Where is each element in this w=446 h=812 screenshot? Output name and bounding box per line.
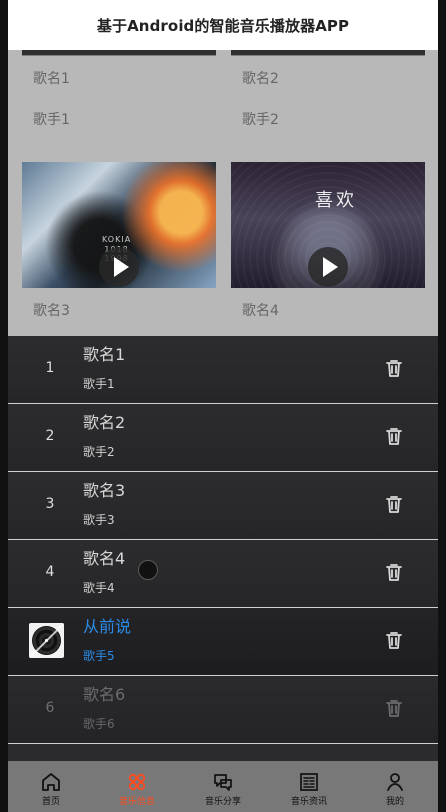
nav-music-info[interactable]: 音乐信息 xyxy=(94,770,180,807)
nav-home[interactable]: 首页 xyxy=(8,770,94,807)
nav-music-share[interactable]: 音乐分享 xyxy=(180,770,266,807)
trash-icon[interactable] xyxy=(385,359,403,379)
track-index: 3 xyxy=(45,496,55,512)
bottom-navigation: 首页 音乐信息 音乐分享 音乐资讯 我的 xyxy=(8,761,438,812)
record-slice xyxy=(29,623,64,658)
top-card-strip-2 xyxy=(231,50,425,56)
music-info-icon xyxy=(128,773,146,791)
track-title: 从前说 xyxy=(83,617,132,636)
trash-icon[interactable] xyxy=(385,631,403,651)
page-title: 基于Android的智能音乐播放器APP xyxy=(8,0,438,50)
cover-line-1: KOKIA xyxy=(102,235,132,244)
playlist-row-2[interactable]: 2 歌名2 歌手2 xyxy=(8,404,438,472)
grid-song-2: 歌名2 xyxy=(242,71,279,87)
track-artist: 歌手3 xyxy=(83,513,115,527)
track-artist: 歌手4 xyxy=(83,581,115,595)
track-index: 4 xyxy=(45,564,55,580)
track-artist: 歌手2 xyxy=(83,445,115,459)
play-button[interactable] xyxy=(308,247,348,287)
trash-icon[interactable] xyxy=(385,495,403,515)
track-index: 6 xyxy=(45,700,55,716)
album-cover-text: 喜欢 xyxy=(315,190,357,211)
play-icon xyxy=(113,257,129,277)
nav-label-music-info: 音乐信息 xyxy=(118,797,155,807)
news-icon xyxy=(300,773,318,791)
track-artist: 歌手1 xyxy=(83,377,115,391)
app-screen: 基于Android的智能音乐播放器APP 歌名1 歌手1 歌名2 歌手2 KOK… xyxy=(8,0,438,812)
chat-bubbles-icon xyxy=(214,774,232,791)
home-icon xyxy=(42,773,60,791)
album-thumb xyxy=(29,623,64,658)
track-title: 歌名2 xyxy=(83,413,126,432)
trash-icon[interactable] xyxy=(385,699,403,719)
playlist-row-4[interactable]: 4 歌名4 歌手4 xyxy=(8,540,438,608)
trash-icon[interactable] xyxy=(385,427,403,447)
nav-label-music-share: 音乐分享 xyxy=(204,797,241,807)
track-index: 1 xyxy=(45,360,55,376)
playlist-panel: 1 歌名1 歌手1 2 歌名2 歌手2 3 歌名3 歌手3 4 歌名4 歌手4 … xyxy=(8,336,438,761)
trash-icon[interactable] xyxy=(385,563,403,583)
track-artist: 歌手5 xyxy=(83,649,115,663)
nav-profile[interactable]: 我的 xyxy=(352,770,438,807)
right-frame-bar xyxy=(438,0,446,812)
playlist-row-5[interactable]: 从前说 歌手5 xyxy=(8,608,438,676)
grid-singer-2: 歌手2 xyxy=(242,112,279,128)
album-card-3[interactable]: KOKIA 1018 1998 xyxy=(22,162,216,288)
track-title: 歌名6 xyxy=(83,685,126,704)
grid-song-1: 歌名1 xyxy=(33,71,70,87)
track-artist: 歌手6 xyxy=(83,717,115,731)
track-index: 2 xyxy=(45,428,55,444)
grid-singer-1: 歌手1 xyxy=(33,112,70,128)
album-card-4[interactable]: 喜欢 xyxy=(231,162,425,288)
play-button[interactable] xyxy=(99,247,139,287)
nav-music-news[interactable]: 音乐资讯 xyxy=(266,770,352,807)
grid-song-4: 歌名4 xyxy=(242,303,279,319)
grid-song-3: 歌名3 xyxy=(33,303,70,319)
top-card-strip-1 xyxy=(22,50,216,56)
nav-label-profile: 我的 xyxy=(385,797,404,807)
left-frame-bar xyxy=(0,0,8,812)
playlist-row-3[interactable]: 3 歌名3 歌手3 xyxy=(8,472,438,540)
nav-label-music-news: 音乐资讯 xyxy=(290,797,327,807)
track-title: 歌名4 xyxy=(83,549,126,568)
track-title: 歌名3 xyxy=(83,481,126,500)
cursor-indicator xyxy=(138,560,158,580)
playlist-row-1[interactable]: 1 歌名1 歌手1 xyxy=(8,336,438,404)
user-icon xyxy=(387,773,403,791)
music-grid: 歌名1 歌手1 歌名2 歌手2 KOKIA 1018 1998 喜欢 歌名3 歌… xyxy=(8,50,438,336)
track-title: 歌名1 xyxy=(83,345,126,364)
play-icon xyxy=(322,257,338,277)
playlist-row-6[interactable]: 6 歌名6 歌手6 xyxy=(8,676,438,744)
nav-label-home: 首页 xyxy=(41,797,60,807)
